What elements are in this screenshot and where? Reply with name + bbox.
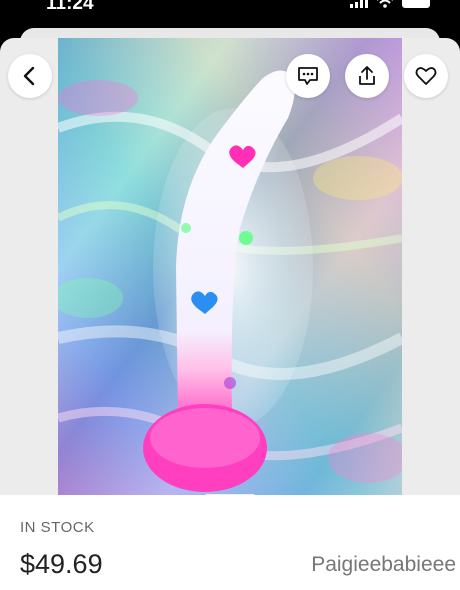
signal-icon — [350, 0, 368, 8]
image-pager-handle — [205, 494, 255, 498]
share-button[interactable] — [345, 54, 389, 98]
stock-status: IN STOCK — [20, 519, 95, 536]
status-icons — [350, 0, 430, 8]
wifi-icon — [377, 0, 393, 8]
share-icon — [359, 66, 375, 85]
product-image — [58, 38, 402, 500]
back-button[interactable] — [8, 54, 52, 98]
status-time: 11:24 — [46, 0, 94, 14]
battery-icon — [402, 0, 430, 8]
product-photo[interactable] — [58, 38, 402, 500]
product-info-panel: IN STOCK $49.69 Paigieebabieee — [0, 495, 460, 590]
favorite-button[interactable] — [404, 54, 448, 98]
chevron-left-icon — [23, 66, 35, 86]
message-icon — [298, 67, 318, 85]
price: $49.69 — [20, 549, 103, 579]
message-seller-button[interactable] — [286, 54, 330, 98]
seller-name[interactable]: Paigieebabieee — [311, 553, 456, 577]
heart-icon — [415, 67, 437, 85]
